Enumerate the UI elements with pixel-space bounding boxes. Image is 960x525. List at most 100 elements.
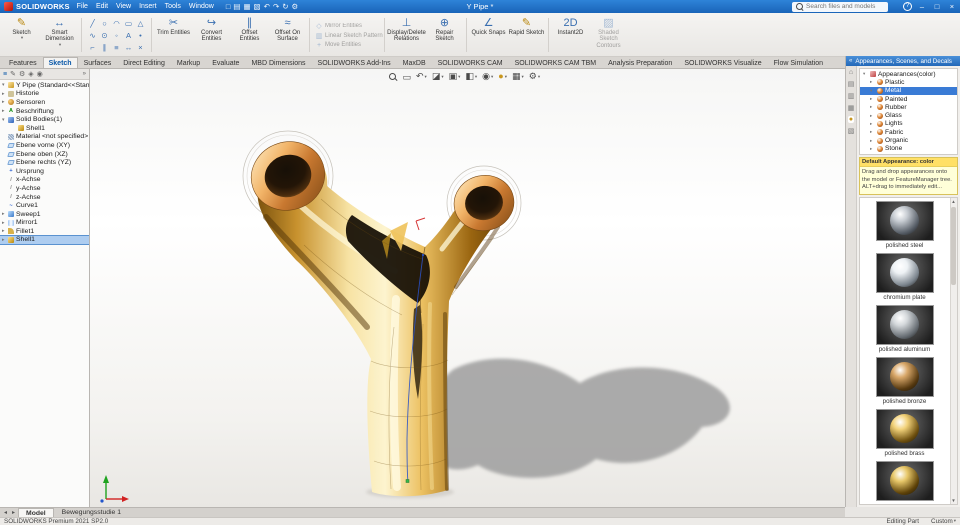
repair-sketch-button[interactable]: ⊕ Repair Sketch — [426, 15, 463, 55]
configuration-manager-tab-icon[interactable]: ⚙ — [19, 70, 25, 78]
quick-snaps-button[interactable]: ∠ Quick Snaps — [470, 15, 507, 55]
undo-icon[interactable]: ↶ — [264, 2, 270, 11]
menu-insert[interactable]: Insert — [135, 3, 161, 10]
circle-icon[interactable]: ○ — [99, 18, 110, 29]
hide-show-items-icon[interactable]: ◉ — [482, 71, 493, 82]
ellipse-icon[interactable]: ⊙ — [99, 30, 110, 41]
tree-item-historie[interactable]: ▸ Historie — [0, 90, 89, 99]
menu-view[interactable]: View — [112, 3, 135, 10]
line-icon[interactable]: ╱ — [87, 18, 98, 29]
rectangle-icon[interactable]: ▭ — [123, 18, 134, 29]
appearance-category-organic[interactable]: ▸ Organic — [860, 136, 957, 144]
corner-icon[interactable]: ⌐ — [87, 42, 98, 53]
swatch-scrollbar[interactable]: ▲ ▼ — [950, 197, 957, 504]
appearance-category-metal[interactable]: ▾ Metal — [860, 86, 957, 95]
tab-direct-editing[interactable]: Direct Editing — [117, 57, 171, 68]
swatch-polished-bronze[interactable]: polished bronze — [875, 356, 934, 406]
parallel-icon[interactable]: ∥ — [99, 42, 110, 53]
trim-entities-button[interactable]: ✂ Trim Entities — [155, 15, 192, 55]
maximize-button[interactable]: □ — [932, 2, 942, 11]
search-input[interactable] — [806, 3, 885, 10]
scroll-up-icon[interactable]: ▲ — [950, 198, 957, 205]
display-style-icon[interactable]: ◧ — [465, 71, 477, 82]
appearance-category-plastic[interactable]: ▸ Plastic — [860, 78, 957, 86]
tab-features[interactable]: Features — [3, 57, 43, 68]
tree-item-sweep1[interactable]: ▸ Sweep1 — [0, 210, 89, 219]
appearance-category-stone[interactable]: ▸ Stone — [860, 145, 957, 153]
viewport-canvas[interactable]: ▭ ↶ ◪ ▣ ◧ ◉ ● ▦ ⚙ — [90, 69, 845, 507]
tree-item-x-achse[interactable]: / x-Achse — [0, 176, 89, 185]
tree-item-y-achse[interactable]: / y-Achse — [0, 184, 89, 193]
display-manager-tab-icon[interactable]: ◉ — [37, 70, 43, 78]
close-button[interactable]: × — [947, 2, 957, 11]
custom-properties-tab-icon[interactable]: ▧ — [848, 127, 855, 135]
instant2d-button[interactable]: 2D Instant2D — [552, 15, 589, 55]
open-icon[interactable]: ▤ — [233, 2, 240, 11]
tree-item-ebene-vorne[interactable]: Ebene vorne (XY) — [0, 141, 89, 150]
swatch-partial[interactable] — [875, 460, 934, 504]
file-explorer-tab-icon[interactable]: ▥ — [848, 92, 855, 100]
appearances-root[interactable]: ▾ Appearances(color) — [860, 70, 957, 78]
centerpoint-icon[interactable]: • — [135, 30, 146, 41]
save-icon[interactable]: ▦ — [243, 2, 250, 11]
panel-more-icon[interactable]: » — [83, 71, 86, 77]
tree-item-ursprung[interactable]: + Ursprung — [0, 167, 89, 176]
menu-tools[interactable]: Tools — [161, 3, 185, 10]
tab-scroll-left-icon[interactable]: ◂ — [2, 509, 9, 516]
tree-item-material[interactable]: Material <not specified> — [0, 133, 89, 142]
tree-item-fillet1[interactable]: ▸ Fillet1 — [0, 227, 89, 236]
appearance-category-painted[interactable]: ▸ Painted — [860, 95, 957, 103]
menu-file[interactable]: File — [73, 3, 92, 10]
menu-edit[interactable]: Edit — [92, 3, 112, 10]
offset-entities-button[interactable]: ∥ Offset Entities — [231, 15, 268, 55]
tab-sketch[interactable]: Sketch — [42, 57, 78, 68]
collapse-pane-icon[interactable]: « — [849, 58, 852, 64]
tab-solidworks-addins[interactable]: SOLIDWORKS Add-Ins — [312, 57, 397, 68]
tab-flow-simulation[interactable]: Flow Simulation — [768, 57, 829, 68]
tab-scroll-right-icon[interactable]: ▸ — [10, 509, 17, 516]
appearance-category-fabric[interactable]: ▸ Fabric — [860, 128, 957, 136]
dimension-icon[interactable]: ↔ — [123, 42, 134, 53]
tree-item-solid-bodies[interactable]: ▾ Solid Bodies(1) — [0, 115, 89, 124]
display-delete-relations-button[interactable]: ⊥ Display/Delete Relations — [387, 15, 426, 55]
swatch-polished-aluminum[interactable]: polished aluminum — [875, 304, 934, 354]
tab-analysis-preparation[interactable]: Analysis Preparation — [602, 57, 678, 68]
convert-entities-button[interactable]: ↪ Convert Entities — [193, 15, 230, 55]
tree-item-ebene-rechts[interactable]: Ebene rechts (YZ) — [0, 158, 89, 167]
section-view-icon[interactable]: ◪ — [432, 71, 444, 82]
home-tab-icon[interactable]: ⌂ — [849, 69, 853, 76]
tab-solidworks-cam[interactable]: SOLIDWORKS CAM — [432, 57, 509, 68]
sketch-button[interactable]: ✎ Sketch — [3, 15, 40, 55]
view-settings-icon[interactable]: ⚙ — [529, 71, 540, 82]
rapid-sketch-button[interactable]: ✎ Rapid Sketch — [508, 15, 545, 55]
tree-item-shell1-body[interactable]: Shell1 — [0, 124, 89, 133]
spline-icon[interactable]: ∿ — [87, 30, 98, 41]
tree-item-sensoren[interactable]: ▸ Sensoren — [0, 98, 89, 107]
menu-window[interactable]: Window — [185, 3, 218, 10]
text-icon[interactable]: A — [123, 30, 134, 41]
tab-mbd-dimensions[interactable]: MBD Dimensions — [245, 57, 311, 68]
minimize-button[interactable]: – — [917, 2, 927, 11]
tab-maxdb[interactable]: MaxDB — [397, 57, 432, 68]
property-manager-tab-icon[interactable]: ✎ — [10, 70, 16, 78]
new-document-icon[interactable]: □ — [226, 2, 231, 11]
swatch-polished-brass[interactable]: polished brass — [875, 408, 934, 458]
tree-item-mirror1[interactable]: ▸ Mirror1 — [0, 219, 89, 228]
previous-view-icon[interactable]: ↶ — [416, 71, 427, 82]
erase-icon[interactable]: × — [135, 42, 146, 53]
appearances-tab-icon[interactable]: ● — [847, 116, 855, 123]
centerline-icon[interactable]: ≡ — [111, 42, 122, 53]
print-icon[interactable]: ▧ — [254, 2, 261, 11]
redo-icon[interactable]: ↷ — [273, 2, 279, 11]
help-icon[interactable]: ? — [903, 2, 912, 11]
tree-item-beschriftung[interactable]: ▸ A Beschriftung — [0, 107, 89, 116]
zoom-to-fit-icon[interactable] — [388, 72, 397, 81]
scrollbar-thumb[interactable] — [951, 206, 956, 285]
scroll-down-icon[interactable]: ▼ — [950, 497, 957, 504]
design-library-tab-icon[interactable]: ▤ — [848, 80, 855, 88]
edit-appearance-icon[interactable]: ● — [498, 71, 507, 82]
tree-item-z-achse[interactable]: / z-Achse — [0, 193, 89, 202]
model-tab[interactable]: Model — [18, 508, 54, 517]
motion-study-tab[interactable]: Bewegungsstudie 1 — [55, 508, 128, 517]
units-selector[interactable]: Custom — [931, 518, 956, 525]
